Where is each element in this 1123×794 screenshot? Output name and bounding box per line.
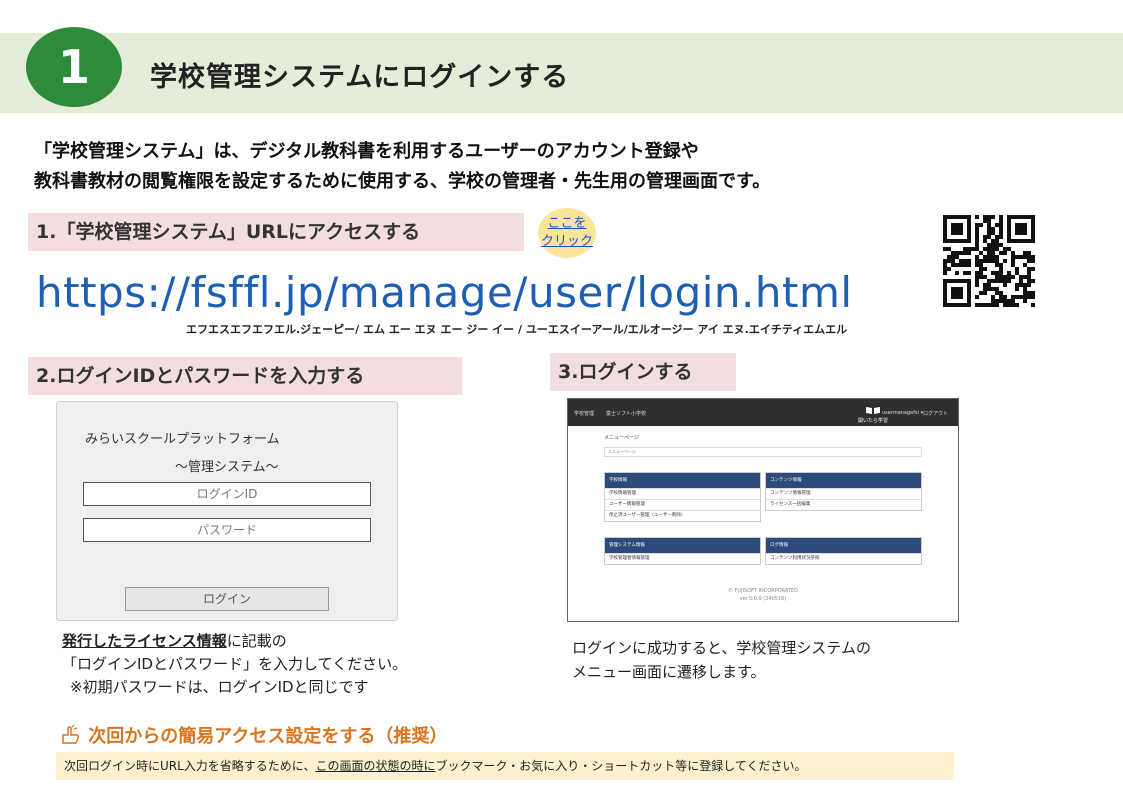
login-id-field[interactable]: ログインID [83, 482, 371, 506]
card-content-info: コンテンツ情報 コンテンツ情報管理 ライセンス一括編集 [765, 472, 922, 511]
note-line-1-rest: に記載の [226, 632, 287, 650]
card-row: 学校情報管理 [605, 488, 760, 499]
tip-text-before: 次回ログイン時にURL入力を省略するために、 [64, 759, 316, 773]
card-school-info: 学校情報 学校情報管理 ユーザー情報管理 停止済ユーザー管理（ユーザー削除） [604, 472, 761, 522]
card-title: コンテンツ情報 [766, 473, 921, 488]
page-title: 学校管理システムにログインする [150, 62, 570, 93]
menu-bar-book-label: 開いたら学習 [858, 418, 889, 424]
menu-page-title: メニューページ [604, 435, 639, 441]
tip-box: 次回ログイン時にURL入力を省略するために、この画面の状態の時にブックマーク・お… [56, 752, 954, 780]
menu-breadcrumb: メニューページ [604, 447, 922, 457]
pointing-hand-icon [60, 724, 88, 747]
card-row: コンテンツ情報管理 [766, 488, 921, 499]
menu-footer-version: ver.5.0.0 (240516) [739, 596, 787, 602]
card-row: ユーザー情報管理 [605, 499, 760, 510]
menu-screenshot: 学校管理 富士ソフト小学校 開いたら学習 usermanagefsi ▾ ログア… [567, 398, 959, 622]
card-admin-info: 管理システム情報 学校管理者情報管理 [604, 537, 761, 565]
tip-text-underlined: この画面の状態の時に [315, 759, 436, 773]
card-title: ログ情報 [766, 538, 921, 553]
step-3-note-line-1: ログインに成功すると、学校管理システムの [572, 639, 871, 657]
menu-bar-user: usermanagefsi ▾ [882, 410, 924, 416]
card-title: 学校情報 [605, 473, 760, 488]
intro-line-2: 教科書教材の閲覧権限を設定するために使用する、学校の管理者・先生用の管理画面です… [34, 171, 771, 192]
menu-footer: © FUJISOFT INCORPORATED ver.5.0.0 (24051… [568, 587, 958, 603]
step-3-note: ログインに成功すると、学校管理システムの メニュー画面に遷移します。 [572, 636, 871, 684]
license-info-link: 発行したライセンス情報 [62, 632, 227, 650]
card-log-info: ログ情報 コンテンツ利用状況参照 [765, 537, 922, 565]
tip-title-text: 次回からの簡易アクセス設定をする（推奨） [88, 726, 448, 747]
section-number-badge: 1 [26, 27, 122, 107]
step-3-note-line-2: メニュー画面に遷移します。 [572, 663, 766, 681]
intro-text: 「学校管理システム」は、デジタル教科書を利用するユーザーのアカウント登録や 教科… [34, 137, 1104, 197]
step-2-note: 発行したライセンス情報に記載の 「ログインIDとパスワード」を入力してください。… [62, 630, 407, 699]
tip-text-after: ブックマーク・お気に入り・ショートカット等に登録してください。 [435, 759, 807, 773]
qr-code-icon[interactable] [943, 215, 1035, 307]
menu-bar-logout: ログアウト [923, 411, 949, 417]
click-here-line-2: クリック [540, 234, 593, 249]
card-row: 停止済ユーザー管理（ユーザー削除） [605, 510, 760, 521]
system-name: ～管理システム～ [175, 460, 279, 475]
menu-bar-school: 富士ソフト小学校 [606, 411, 647, 417]
step-3-label: 3.ログインする [550, 353, 736, 391]
card-row: 学校管理者情報管理 [605, 553, 760, 564]
step-2-label: 2.ログインIDとパスワードを入力する [28, 357, 462, 395]
click-here-link[interactable]: ここを クリック [538, 208, 596, 258]
click-here-line-1: ここを [547, 216, 587, 231]
card-title: 管理システム情報 [605, 538, 760, 553]
menu-footer-copyright: © FUJISOFT INCORPORATED [727, 588, 799, 594]
login-url-link[interactable]: https://fsffl.jp/manage/user/login.html [36, 268, 853, 317]
password-field[interactable]: パスワード [83, 518, 371, 542]
tip-title: 次回からの簡易アクセス設定をする（推奨） [60, 722, 447, 748]
note-line-2: 「ログインIDとパスワード」を入力してください。 [62, 655, 408, 673]
note-line-3: ※初期パスワードは、ログインIDと同じです [70, 678, 369, 696]
platform-name: みらいスクールプラットフォーム [85, 432, 280, 447]
card-row: ライセンス一括編集 [766, 499, 921, 510]
login-button[interactable]: ログイン [125, 587, 329, 611]
menu-top-bar: 学校管理 富士ソフト小学校 開いたら学習 usermanagefsi ▾ ログア… [568, 399, 958, 426]
login-form-mock: みらいスクールプラットフォーム ～管理システム～ ログインID パスワード ログ… [56, 401, 398, 621]
card-row: コンテンツ利用状況参照 [766, 553, 921, 564]
menu-bar-app: 学校管理 [574, 411, 595, 417]
step-1-label: 1.「学校管理システム」URLにアクセスする [28, 213, 524, 251]
intro-line-1: 「学校管理システム」は、デジタル教科書を利用するユーザーのアカウント登録や [34, 141, 699, 162]
url-reading: エフエスエフエフエル.ジェーピー/ エム エー エヌ エー ジー イー / ユー… [186, 323, 848, 336]
